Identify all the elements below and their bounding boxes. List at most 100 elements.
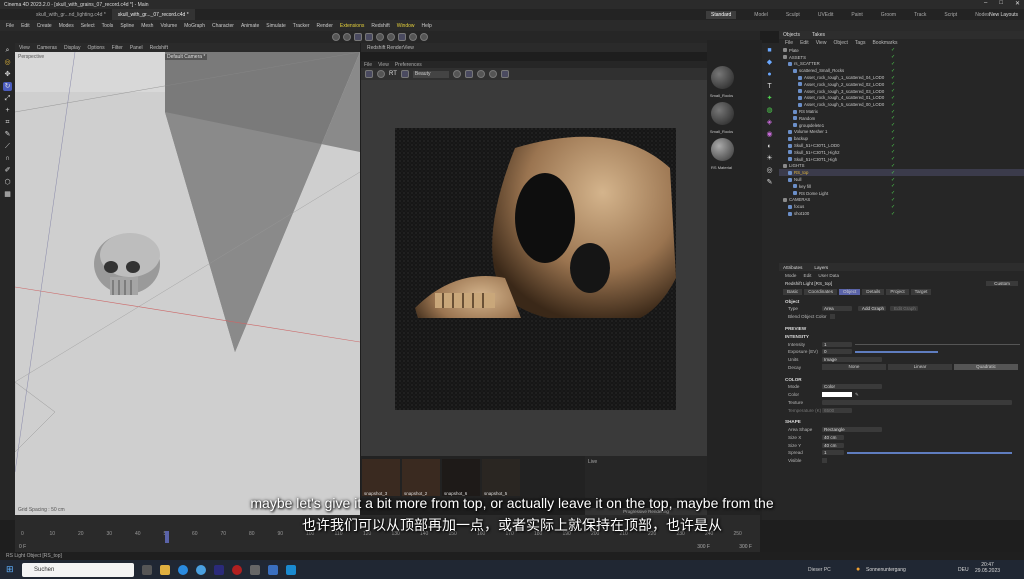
layout-groom[interactable]: Groom: [881, 12, 896, 18]
area-shape-dropdown[interactable]: Rectangle: [822, 427, 882, 433]
menu-animate[interactable]: Animate: [241, 23, 259, 29]
visibility-check-icon[interactable]: ✓: [891, 75, 895, 81]
frame-end[interactable]: 300 F: [697, 544, 710, 550]
object-row[interactable]: CAMERAS ✓: [779, 197, 1024, 204]
material-item[interactable]: RS Material: [709, 136, 734, 170]
object-row[interactable]: Asset_rock_rough_3_scattered_03_LOD0 ✓: [779, 88, 1024, 95]
subtab-object[interactable]: Object: [839, 289, 861, 295]
object-row[interactable]: RS Dome Light ✓: [779, 190, 1024, 197]
om-menu-object[interactable]: Object: [833, 40, 847, 46]
workplane-icon[interactable]: ▦: [3, 190, 12, 199]
object-row[interactable]: Asset_rock_rough_2_scattered_02_LOD0 ✓: [779, 81, 1024, 88]
object-row[interactable]: rs_SCATTER ✓: [779, 61, 1024, 68]
frame-end-max[interactable]: 300 F: [739, 544, 752, 550]
vp-menu-display[interactable]: Display: [64, 45, 80, 51]
weather-label[interactable]: Sonnenuntergang: [866, 567, 906, 573]
object-row[interactable]: Asset_rock_rough_5_scattered_00_LOD0 ✓: [779, 101, 1024, 108]
camera-icon[interactable]: ◐: [765, 142, 774, 151]
menu-window[interactable]: Window: [397, 23, 415, 29]
object-row[interactable]: ASSETS ✓: [779, 54, 1024, 61]
chrome-icon[interactable]: [178, 564, 188, 575]
units-dropdown[interactable]: Image: [822, 357, 882, 363]
eyedropper-icon[interactable]: ✎: [855, 392, 859, 398]
menu-render[interactable]: Render: [317, 23, 333, 29]
snapshot-thumb[interactable]: snapshot_2: [402, 459, 440, 496]
rv-menu-preferences[interactable]: Preferences: [395, 62, 422, 68]
visibility-check-icon[interactable]: ✓: [891, 149, 895, 155]
app-icon[interactable]: [268, 564, 278, 575]
tag-icon[interactable]: ◈: [765, 118, 774, 127]
attr-menu-edit[interactable]: Edit: [804, 273, 812, 278]
menu-redshift[interactable]: Redshift: [371, 23, 389, 29]
layout-standard[interactable]: Standard: [706, 10, 737, 19]
close-icon[interactable]: ✕: [1015, 0, 1020, 7]
text-icon[interactable]: T: [765, 82, 774, 91]
snapshot-thumb[interactable]: snapshot_5: [482, 459, 520, 496]
section-color[interactable]: COLOR: [779, 375, 1024, 383]
vp-menu-cameras[interactable]: Cameras: [37, 45, 57, 51]
decay-none[interactable]: None: [822, 364, 886, 371]
field-icon[interactable]: ◉: [765, 130, 774, 139]
axis-icon[interactable]: [398, 33, 406, 41]
visibility-check-icon[interactable]: ✓: [891, 129, 895, 135]
menu-file[interactable]: File: [6, 23, 14, 29]
minimize-icon[interactable]: –: [984, 0, 987, 7]
snap-icon[interactable]: [387, 33, 395, 41]
object-row[interactable]: Asset_rock_rough_1_scattered_04_LOD0 ✓: [779, 74, 1024, 81]
menu-spline[interactable]: Spline: [120, 23, 134, 29]
visibility-check-icon[interactable]: ✓: [891, 54, 895, 60]
rv-color-icon[interactable]: [488, 70, 497, 78]
deformer-icon[interactable]: ◍: [765, 106, 774, 115]
subtab-coordinates[interactable]: Coordinates: [804, 289, 838, 295]
object-row[interactable]: scattered_Small_Rocks ✓: [779, 67, 1024, 74]
attr-menu-mode[interactable]: Mode: [785, 273, 797, 278]
rv-aov-dropdown[interactable]: Beauty: [412, 70, 449, 78]
vp-menu-redshift[interactable]: Redshift: [150, 45, 168, 51]
3d-viewport[interactable]: Perspective Default Camera * Grid Spacin…: [15, 52, 360, 515]
doc-tab-1[interactable]: skull_with_gr...nd_lighting.c4d *: [30, 9, 112, 20]
section-shape[interactable]: SHAPE: [779, 418, 1024, 426]
object-row[interactable]: LIGHTS ✓: [779, 163, 1024, 170]
rv-menu-file[interactable]: File: [364, 62, 372, 68]
subtab-basic[interactable]: Basic: [783, 289, 803, 295]
tab-takes[interactable]: Takes: [812, 32, 825, 38]
snapshot-thumb[interactable]: snapshot_6: [442, 459, 480, 496]
light-icon[interactable]: [409, 33, 417, 41]
object-row[interactable]: groupdelete1 ✓: [779, 122, 1024, 129]
om-menu-file[interactable]: File: [785, 40, 793, 46]
visibility-check-icon[interactable]: ✓: [891, 204, 895, 210]
color-swatch[interactable]: [822, 392, 852, 398]
task-view-icon[interactable]: [142, 564, 152, 575]
visibility-check-icon[interactable]: ✓: [891, 136, 895, 142]
temperature-field[interactable]: 6500: [822, 407, 852, 413]
menu-mograph[interactable]: MoGraph: [184, 23, 205, 29]
visibility-check-icon[interactable]: ✓: [891, 122, 895, 128]
visibility-check-icon[interactable]: ✓: [891, 68, 895, 74]
om-menu-edit[interactable]: Edit: [800, 40, 809, 46]
paint-icon[interactable]: ✐: [3, 166, 12, 175]
menu-mesh[interactable]: Mesh: [141, 23, 153, 29]
mode-dropdown[interactable]: Color: [822, 384, 882, 390]
decay-linear[interactable]: Linear: [888, 364, 952, 371]
texture-field[interactable]: [822, 399, 1012, 405]
attr-menu-userdata[interactable]: User Data: [818, 273, 839, 278]
exposure-slider[interactable]: [855, 350, 938, 353]
knife-icon[interactable]: ⟋: [3, 142, 12, 151]
visible-checkbox[interactable]: [822, 457, 827, 463]
visibility-check-icon[interactable]: ✓: [891, 95, 895, 101]
visibility-check-icon[interactable]: ✓: [891, 88, 895, 94]
visibility-check-icon[interactable]: ✓: [891, 115, 895, 121]
menu-modes[interactable]: Modes: [59, 23, 74, 29]
generator-icon[interactable]: ✦: [765, 94, 774, 103]
material-item[interactable]: Small_Rocks: [709, 100, 734, 134]
section-intensity[interactable]: INTENSITY: [779, 332, 1024, 340]
menu-simulate[interactable]: Simulate: [266, 23, 285, 29]
vp-menu-filter[interactable]: Filter: [112, 45, 123, 51]
clock[interactable]: 20:47 29.05.2023: [975, 562, 1000, 574]
viewport-camera-label[interactable]: Default Camera *: [165, 54, 208, 60]
visibility-check-icon[interactable]: ✓: [891, 177, 895, 183]
om-menu-tags[interactable]: Tags: [855, 40, 866, 46]
rv-snapshot-icon[interactable]: [476, 70, 485, 78]
sphere-icon[interactable]: ●: [765, 70, 774, 79]
size-x-field[interactable]: 40 cm: [822, 434, 844, 440]
